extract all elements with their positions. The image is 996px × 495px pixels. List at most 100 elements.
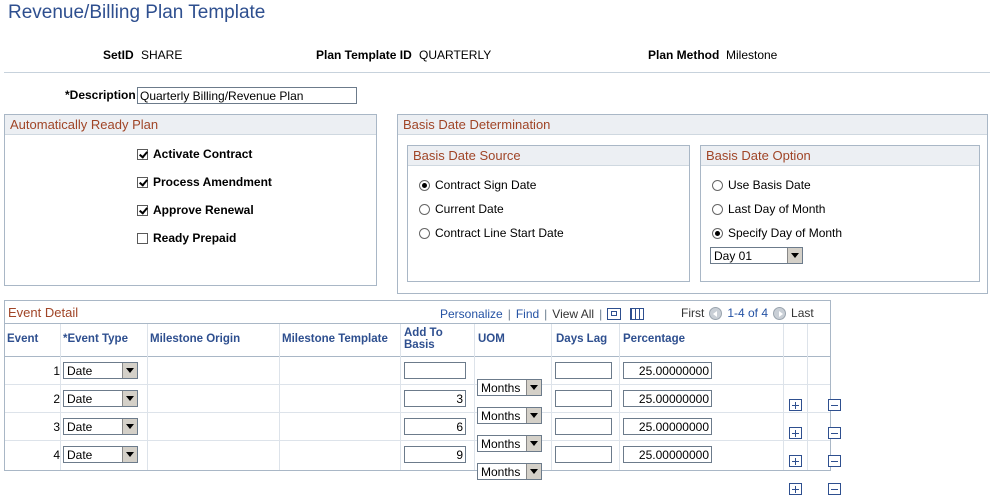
activate-contract-checkbox[interactable]: Activate Contract	[137, 147, 252, 161]
row-divider	[5, 440, 830, 441]
percentage-input[interactable]: 25.00000000	[623, 418, 712, 435]
event-detail-title: Event Detail	[8, 305, 79, 320]
event-type-select[interactable]: Date	[63, 446, 138, 463]
percentage-input[interactable]: 25.00000000	[623, 446, 712, 463]
grid-toolbar: Personalize | Find | View All |	[440, 307, 645, 321]
checkbox-box[interactable]	[137, 232, 148, 244]
radio-circle[interactable]	[712, 179, 723, 191]
chevron-down-icon[interactable]	[122, 363, 137, 378]
col-event-type[interactable]: *Event Type	[63, 333, 128, 345]
event-number: 3	[53, 420, 60, 434]
col-event[interactable]: Event	[7, 333, 38, 345]
specify-day-of-month-radio[interactable]: Specify Day of Month	[712, 226, 842, 240]
current-date-radio[interactable]: Current Date	[419, 202, 504, 216]
process-amendment-label: Process Amendment	[153, 175, 272, 189]
row-range: 1-4 of 4	[727, 306, 769, 320]
radio-circle[interactable]	[419, 203, 430, 215]
last-day-of-month-label: Last Day of Month	[728, 202, 826, 216]
auto-ready-plan-group: Automatically Ready Plan	[4, 114, 377, 286]
chevron-down-icon[interactable]	[122, 447, 137, 462]
percentage-input[interactable]: 25.00000000	[623, 390, 712, 407]
use-basis-date-label: Use Basis Date	[728, 178, 811, 192]
setid-label: SetID	[103, 48, 134, 62]
activate-contract-label: Activate Contract	[153, 147, 253, 161]
days-lag-input[interactable]	[555, 446, 612, 463]
grid-pager: First 1-4 of 4 Last	[681, 306, 814, 320]
add-to-basis-input[interactable]: 9	[404, 446, 466, 463]
table-row: 1 Date Months 25.00000000	[0, 362, 842, 411]
uom-select[interactable]: Months	[477, 463, 542, 480]
radio-circle[interactable]	[419, 179, 430, 191]
add-row-icon[interactable]	[789, 483, 802, 495]
basis-date-option-title: Basis Date Option	[701, 146, 979, 166]
col-milestone-template[interactable]: Milestone Template	[282, 333, 388, 345]
approve-renewal-checkbox[interactable]: Approve Renewal	[137, 203, 254, 217]
plan-method-label: Plan Method	[648, 48, 720, 62]
delete-row-icon[interactable]	[828, 455, 842, 467]
delete-row-icon[interactable]	[828, 399, 842, 411]
checkbox-box[interactable]	[137, 148, 148, 160]
page-title: Revenue/Billing Plan Template	[8, 2, 266, 23]
use-basis-date-radio[interactable]: Use Basis Date	[712, 178, 811, 192]
add-to-basis-input[interactable]: 3	[404, 390, 466, 407]
days-lag-input[interactable]	[555, 418, 612, 435]
plan-method-value: Milestone	[726, 48, 778, 62]
ready-prepaid-checkbox[interactable]: Ready Prepaid	[137, 231, 236, 245]
delete-row-icon[interactable]	[828, 427, 842, 439]
checkbox-box[interactable]	[137, 176, 148, 188]
col-add-to-basis[interactable]: Add To Basis	[404, 327, 443, 351]
process-amendment-checkbox[interactable]: Process Amendment	[137, 175, 272, 189]
event-number: 2	[53, 392, 60, 406]
chevron-down-icon[interactable]	[122, 391, 137, 406]
event-type-select[interactable]: Date	[63, 390, 138, 407]
specify-day-of-month-label: Specify Day of Month	[728, 226, 843, 240]
previous-arrow-icon[interactable]	[709, 306, 723, 320]
last-day-of-month-radio[interactable]: Last Day of Month	[712, 202, 825, 216]
chevron-down-icon[interactable]	[122, 419, 137, 434]
radio-circle[interactable]	[712, 227, 723, 239]
header-divider	[4, 72, 990, 73]
col-milestone-origin[interactable]: Milestone Origin	[150, 333, 240, 345]
event-type-select[interactable]: Date	[63, 362, 138, 379]
contract-line-start-date-label: Contract Line Start Date	[435, 226, 564, 240]
day-of-month-value: Day 01	[714, 249, 753, 263]
next-arrow-icon[interactable]	[773, 306, 787, 320]
zoom-icon[interactable]	[607, 308, 622, 320]
row-divider	[5, 412, 830, 413]
basis-date-determination-title: Basis Date Determination	[398, 115, 987, 135]
table-row: 2 Date 3 Months 25.00000000	[0, 390, 842, 439]
add-to-basis-input[interactable]: 6	[404, 418, 466, 435]
col-percentage[interactable]: Percentage	[623, 333, 685, 345]
radio-circle[interactable]	[419, 227, 430, 239]
personalize-link[interactable]: Personalize	[440, 307, 503, 321]
day-of-month-select[interactable]: Day 01	[710, 247, 803, 264]
grid-header-top-line	[5, 323, 830, 324]
delete-row-icon[interactable]	[828, 483, 842, 495]
percentage-input[interactable]: 25.00000000	[623, 362, 712, 379]
contract-sign-date-radio[interactable]: Contract Sign Date	[419, 178, 536, 192]
approve-renewal-label: Approve Renewal	[153, 203, 254, 217]
contract-line-start-date-radio[interactable]: Contract Line Start Date	[419, 226, 564, 240]
auto-ready-plan-title: Automatically Ready Plan	[5, 115, 376, 135]
table-row: 3 Date 6 Months 25.00000000	[0, 418, 842, 467]
last-link[interactable]: Last	[791, 306, 814, 320]
first-link[interactable]: First	[681, 306, 704, 320]
event-number: 4	[53, 448, 60, 462]
days-lag-input[interactable]	[555, 362, 612, 379]
view-all-link[interactable]: View All	[552, 307, 594, 321]
radio-circle[interactable]	[712, 203, 723, 215]
find-link[interactable]: Find	[516, 307, 539, 321]
contract-sign-date-label: Contract Sign Date	[435, 178, 537, 192]
grid-header-bottom-line	[5, 356, 830, 357]
chevron-down-icon[interactable]	[787, 248, 802, 263]
add-to-basis-input[interactable]	[404, 362, 466, 379]
plan-template-value: QUARTERLY	[419, 48, 492, 62]
event-type-select[interactable]: Date	[63, 418, 138, 435]
row-divider	[5, 384, 830, 385]
description-input[interactable]: Quarterly Billing/Revenue Plan	[137, 87, 357, 104]
checkbox-box[interactable]	[137, 204, 148, 216]
days-lag-input[interactable]	[555, 390, 612, 407]
col-days-lag[interactable]: Days Lag	[556, 333, 607, 345]
col-uom[interactable]: UOM	[478, 333, 505, 345]
download-grid-icon[interactable]	[630, 308, 645, 320]
